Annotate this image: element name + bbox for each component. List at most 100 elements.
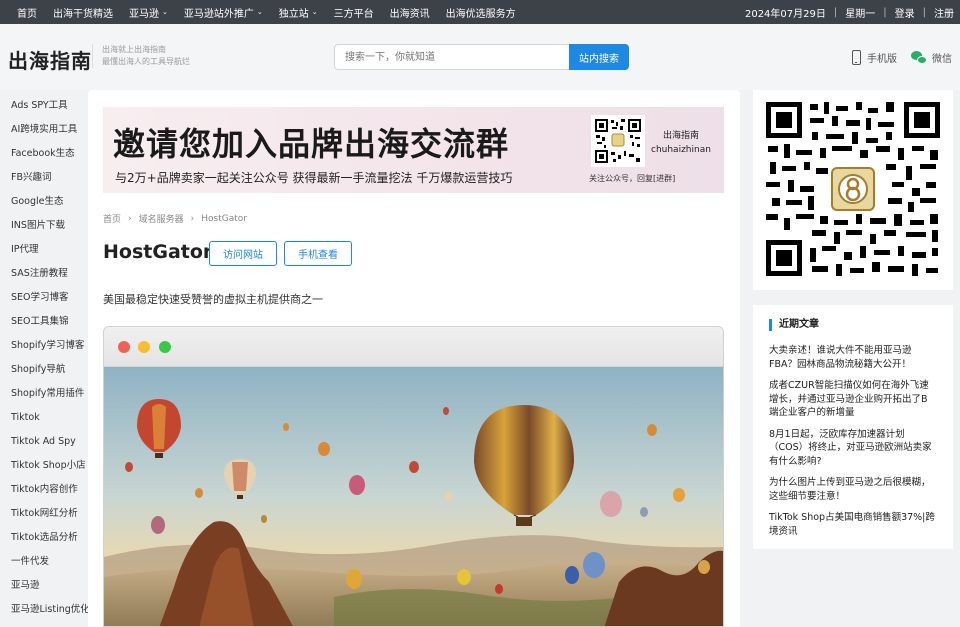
search-button[interactable]: 站内搜索	[569, 44, 629, 70]
breadcrumb-separator-icon: ›	[128, 213, 132, 224]
close-dot-icon	[118, 341, 130, 353]
sidebar-item-tiktok-shop[interactable]: Tiktok Shop小店	[0, 450, 88, 474]
recent-article-link[interactable]: 成者CZUR智能扫描仪如何在海外飞速增长，并通过亚马逊企业购开拓出了B端企业客户…	[769, 379, 937, 420]
wechat-link[interactable]: 微信	[911, 50, 952, 65]
divider: |	[922, 6, 926, 18]
page-title: HostGator	[103, 241, 213, 263]
nav-featured[interactable]: 出海干货精选	[45, 0, 121, 24]
sidebar-item-seo-tools[interactable]: SEO工具集锦	[0, 306, 88, 330]
wechat-icon	[911, 50, 927, 65]
breadcrumb-separator-icon: ›	[190, 213, 195, 224]
sidebar-item-facebook[interactable]: Facebook生态	[0, 138, 88, 162]
recent-articles-title: 近期文章	[769, 319, 937, 331]
sidebar-item-sas[interactable]: SAS注册教程	[0, 258, 88, 282]
header-links: 手机版 微信	[838, 50, 952, 65]
site-logo[interactable]: 出海指南	[8, 45, 92, 74]
nav-news[interactable]: 出海资讯	[382, 0, 438, 24]
chevron-down-icon: ⌄	[311, 8, 318, 16]
sidebar-item-tiktok-content[interactable]: Tiktok内容创作	[0, 474, 88, 498]
category-sidebar: Ads SPY工具 AI跨境实用工具 Facebook生态 FB兴趣词 Goog…	[0, 90, 88, 627]
sidebar-item-ai-tools[interactable]: AI跨境实用工具	[0, 114, 88, 138]
sidebar-item-ins-download[interactable]: INS图片下载	[0, 210, 88, 234]
sidebar-item-tiktok[interactable]: Tiktok	[0, 402, 88, 426]
phone-icon	[852, 50, 861, 65]
recent-article-link[interactable]: 8月1日起，泛欧库存加速器计划（COS）将终止，对亚马逊欧洲站卖家有什么影响?	[769, 428, 937, 469]
top-nav-right: 2024年07月29日 | 星期一 | 登录 | 注册	[728, 0, 960, 24]
breadcrumb: 首页 › 域名服务器 › HostGator	[103, 212, 247, 226]
chevron-down-icon: ⌄	[162, 8, 168, 16]
current-weekday: 星期一	[845, 8, 876, 20]
recent-article-link[interactable]: TikTok Shop占美国电商销售额37%|跨境资讯	[769, 511, 937, 538]
wechat-qr-card	[753, 90, 953, 290]
sidebar-item-seo-blog[interactable]: SEO学习博客	[0, 282, 88, 306]
minimize-dot-icon	[138, 341, 150, 353]
mobile-version-link[interactable]: 手机版	[852, 50, 897, 65]
browser-title-bar	[104, 327, 723, 367]
current-date: 2024年07月29日	[744, 8, 826, 20]
sidebar-item-shopify-blog[interactable]: Shopify学习博客	[0, 330, 88, 354]
nav-label: 亚马逊站外推广	[183, 8, 254, 20]
maximize-dot-icon	[159, 341, 171, 353]
recent-article-link[interactable]: 为什么图片上传到亚马逊之后很模糊，这些细节要注意！	[769, 476, 937, 503]
nav-amazon-offsite[interactable]: 亚马逊站外推广 ⌄	[176, 0, 271, 24]
sidebar-item-tiktok-influencer[interactable]: Tiktok网红分析	[0, 498, 88, 522]
recent-article-link[interactable]: 大卖亲述！谁说大件不能用亚马逊FBA？园林商品物流秘籍大公开！	[769, 344, 937, 371]
mobile-view-button[interactable]: 手机查看	[284, 241, 352, 266]
main-content: 邀请您加入品牌出海交流群 与2万+品牌卖家一起关注公众号 获得最新一手流量挖法 …	[88, 90, 740, 627]
sidebar-item-shopify-plugins[interactable]: Shopify常用插件	[0, 378, 88, 402]
divider: |	[833, 6, 838, 18]
nav-label: 三方平台	[333, 8, 374, 20]
sidebar-item-fb-interests[interactable]: FB兴趣词	[0, 162, 88, 186]
breadcrumb-home[interactable]: 首页	[103, 212, 121, 225]
nav-independent-site[interactable]: 独立站 ⌄	[271, 0, 326, 24]
register-link[interactable]: 注册	[926, 0, 960, 24]
wechat-qr-code-image	[766, 102, 940, 276]
sidebar-item-tiktok-product[interactable]: Tiktok选品分析	[0, 522, 88, 546]
nav-label: 亚马逊	[129, 8, 159, 20]
banner-title: 邀请您加入品牌出海交流群	[113, 125, 510, 163]
banner-follow-text: 关注公众号，回复[进群]	[589, 174, 676, 183]
banner-brand-en: chuhaizhinan	[651, 145, 711, 155]
sidebar-item-google[interactable]: Google生态	[0, 186, 88, 210]
nav-third-party[interactable]: 三方平台	[326, 0, 382, 24]
breadcrumb-category[interactable]: 域名服务器	[139, 212, 184, 225]
nav-label: 首页	[17, 8, 37, 20]
banner-subtitle: 与2万+品牌卖家一起关注公众号 获得最新一手流量挖法 千万爆款运营技巧	[115, 171, 513, 185]
sidebar-item-dropshipping[interactable]: 一件代发	[0, 546, 88, 570]
top-nav-bar: 首页 出海干货精选 亚马逊 ⌄ 亚马逊站外推广 ⌄ 独立站 ⌄ 三方平台 出海资讯 出…	[0, 0, 960, 24]
tagline-line-2: 最懂出海人的工具导航烂	[102, 57, 190, 66]
login-link[interactable]: 登录	[887, 0, 923, 24]
sidebar-item-ip-proxy[interactable]: IP代理	[0, 234, 88, 258]
search-bar: 站内搜索	[334, 44, 629, 70]
promo-banner[interactable]: 邀请您加入品牌出海交流群 与2万+品牌卖家一起关注公众号 获得最新一手流量挖法 …	[103, 107, 724, 193]
divider: |	[883, 6, 887, 18]
banner-brand-cn: 出海指南	[662, 131, 699, 141]
hot-air-balloons-image	[104, 367, 723, 626]
sidebar-item-shopify-nav[interactable]: Shopify导航	[0, 354, 88, 378]
chevron-down-icon: ⌄	[256, 8, 263, 16]
wechat-label: 微信	[932, 54, 952, 65]
sidebar-item-amazon-listing[interactable]: 亚马逊Listing优化	[0, 594, 88, 618]
sidebar-item-tiktok-ad-spy[interactable]: Tiktok Ad Spy	[0, 426, 88, 450]
nav-label: 独立站	[278, 8, 309, 20]
qr-code-image	[591, 115, 645, 167]
nav-services[interactable]: 出海优选服务方	[438, 0, 524, 24]
tagline-line-1: 出海就上出海指南	[102, 45, 166, 54]
sidebar-item-amazon[interactable]: 亚马逊	[0, 570, 88, 594]
nav-label: 出海资讯	[389, 8, 430, 20]
sidebar-item-ads-spy[interactable]: Ads SPY工具	[0, 90, 88, 114]
site-description: 美国最稳定快速受赞誉的虚拟主机提供商之一	[103, 293, 323, 306]
nav-amazon[interactable]: 亚马逊 ⌄	[121, 0, 176, 24]
site-header: 出海指南 出海就上出海指南 最懂出海人的工具导航烂 站内搜索 手机版 微信	[0, 24, 960, 90]
breadcrumb-current: HostGator	[201, 213, 247, 224]
website-preview	[103, 326, 724, 627]
mobile-label: 手机版	[867, 54, 897, 65]
banner-brand: 出海指南 chuhaizhinan	[651, 129, 711, 157]
nav-label: 出海干货精选	[53, 8, 113, 20]
site-tagline: 出海就上出海指南 最懂出海人的工具导航烂	[92, 44, 190, 68]
visit-website-button[interactable]: 访问网站	[209, 241, 277, 266]
search-input[interactable]	[334, 44, 569, 70]
nav-home[interactable]: 首页	[0, 0, 45, 24]
nav-label: 出海优选服务方	[445, 8, 516, 20]
recent-articles-card: 近期文章 大卖亲述！谁说大件不能用亚马逊FBA？园林商品物流秘籍大公开！ 成者C…	[753, 305, 953, 549]
